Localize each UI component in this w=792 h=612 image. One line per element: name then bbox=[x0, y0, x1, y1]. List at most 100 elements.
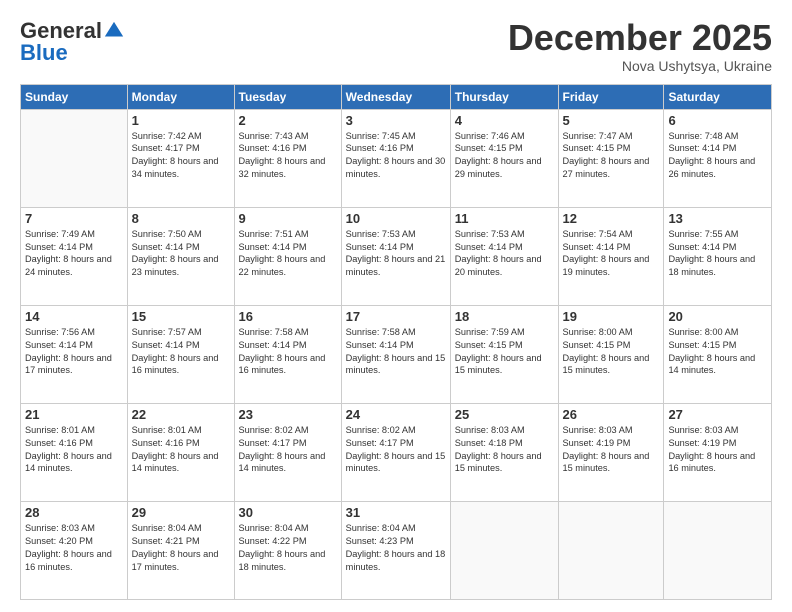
week-row-1: 1 Sunrise: 7:42 AM Sunset: 4:17 PM Daylig… bbox=[21, 109, 772, 207]
table-row: 23 Sunrise: 8:02 AM Sunset: 4:17 PM Dayli… bbox=[234, 403, 341, 501]
day-number: 13 bbox=[668, 211, 767, 226]
day-number: 19 bbox=[563, 309, 660, 324]
table-row: 5 Sunrise: 7:47 AM Sunset: 4:15 PM Daylig… bbox=[558, 109, 664, 207]
day-number: 24 bbox=[346, 407, 446, 422]
col-saturday: Saturday bbox=[664, 84, 772, 109]
cell-info: Sunrise: 8:02 AM Sunset: 4:17 PM Dayligh… bbox=[239, 424, 337, 476]
table-row: 6 Sunrise: 7:48 AM Sunset: 4:14 PM Daylig… bbox=[664, 109, 772, 207]
col-tuesday: Tuesday bbox=[234, 84, 341, 109]
day-number: 20 bbox=[668, 309, 767, 324]
day-number: 10 bbox=[346, 211, 446, 226]
day-number: 17 bbox=[346, 309, 446, 324]
cell-info: Sunrise: 8:00 AM Sunset: 4:15 PM Dayligh… bbox=[563, 326, 660, 378]
cell-info: Sunrise: 8:04 AM Sunset: 4:23 PM Dayligh… bbox=[346, 522, 446, 574]
week-row-2: 7 Sunrise: 7:49 AM Sunset: 4:14 PM Daylig… bbox=[21, 207, 772, 305]
table-row: 24 Sunrise: 8:02 AM Sunset: 4:17 PM Dayli… bbox=[341, 403, 450, 501]
day-number: 3 bbox=[346, 113, 446, 128]
cell-info: Sunrise: 8:01 AM Sunset: 4:16 PM Dayligh… bbox=[25, 424, 123, 476]
day-number: 26 bbox=[563, 407, 660, 422]
day-number: 5 bbox=[563, 113, 660, 128]
cell-info: Sunrise: 7:58 AM Sunset: 4:14 PM Dayligh… bbox=[239, 326, 337, 378]
day-number: 23 bbox=[239, 407, 337, 422]
cell-info: Sunrise: 7:42 AM Sunset: 4:17 PM Dayligh… bbox=[132, 130, 230, 182]
day-number: 15 bbox=[132, 309, 230, 324]
day-number: 29 bbox=[132, 505, 230, 520]
col-sunday: Sunday bbox=[21, 84, 128, 109]
day-number: 7 bbox=[25, 211, 123, 226]
table-row bbox=[21, 109, 128, 207]
table-row: 19 Sunrise: 8:00 AM Sunset: 4:15 PM Dayli… bbox=[558, 305, 664, 403]
col-friday: Friday bbox=[558, 84, 664, 109]
day-number: 30 bbox=[239, 505, 337, 520]
table-row: 8 Sunrise: 7:50 AM Sunset: 4:14 PM Daylig… bbox=[127, 207, 234, 305]
day-number: 22 bbox=[132, 407, 230, 422]
table-row bbox=[450, 501, 558, 599]
cell-info: Sunrise: 8:00 AM Sunset: 4:15 PM Dayligh… bbox=[668, 326, 767, 378]
cell-info: Sunrise: 7:53 AM Sunset: 4:14 PM Dayligh… bbox=[455, 228, 554, 280]
table-row: 2 Sunrise: 7:43 AM Sunset: 4:16 PM Daylig… bbox=[234, 109, 341, 207]
col-thursday: Thursday bbox=[450, 84, 558, 109]
day-number: 1 bbox=[132, 113, 230, 128]
cell-info: Sunrise: 7:43 AM Sunset: 4:16 PM Dayligh… bbox=[239, 130, 337, 182]
table-row: 15 Sunrise: 7:57 AM Sunset: 4:14 PM Dayli… bbox=[127, 305, 234, 403]
table-row: 3 Sunrise: 7:45 AM Sunset: 4:16 PM Daylig… bbox=[341, 109, 450, 207]
day-number: 11 bbox=[455, 211, 554, 226]
table-row: 30Sunrise: 8:04 AM Sunset: 4:22 PM Dayli… bbox=[234, 501, 341, 599]
cell-info: Sunrise: 7:47 AM Sunset: 4:15 PM Dayligh… bbox=[563, 130, 660, 182]
table-row: 21 Sunrise: 8:01 AM Sunset: 4:16 PM Dayli… bbox=[21, 403, 128, 501]
day-number: 9 bbox=[239, 211, 337, 226]
table-row: 18 Sunrise: 7:59 AM Sunset: 4:15 PM Dayli… bbox=[450, 305, 558, 403]
week-row-5: 28Sunrise: 8:03 AM Sunset: 4:20 PM Dayli… bbox=[21, 501, 772, 599]
cell-info: Sunrise: 7:45 AM Sunset: 4:16 PM Dayligh… bbox=[346, 130, 446, 182]
day-number: 16 bbox=[239, 309, 337, 324]
logo-icon bbox=[103, 20, 125, 42]
table-row: 1 Sunrise: 7:42 AM Sunset: 4:17 PM Daylig… bbox=[127, 109, 234, 207]
table-row: 10 Sunrise: 7:53 AM Sunset: 4:14 PM Dayli… bbox=[341, 207, 450, 305]
table-row: 9Sunrise: 7:51 AM Sunset: 4:14 PM Daylig… bbox=[234, 207, 341, 305]
week-row-3: 14Sunrise: 7:56 AM Sunset: 4:14 PM Dayli… bbox=[21, 305, 772, 403]
col-monday: Monday bbox=[127, 84, 234, 109]
cell-info: Sunrise: 8:03 AM Sunset: 4:18 PM Dayligh… bbox=[455, 424, 554, 476]
table-row: 12Sunrise: 7:54 AM Sunset: 4:14 PM Dayli… bbox=[558, 207, 664, 305]
cell-info: Sunrise: 7:46 AM Sunset: 4:15 PM Dayligh… bbox=[455, 130, 554, 182]
month-title: December 2025 bbox=[508, 18, 772, 58]
cell-info: Sunrise: 7:59 AM Sunset: 4:15 PM Dayligh… bbox=[455, 326, 554, 378]
cell-info: Sunrise: 7:53 AM Sunset: 4:14 PM Dayligh… bbox=[346, 228, 446, 280]
table-row: 7 Sunrise: 7:49 AM Sunset: 4:14 PM Daylig… bbox=[21, 207, 128, 305]
cell-info: Sunrise: 7:48 AM Sunset: 4:14 PM Dayligh… bbox=[668, 130, 767, 182]
day-number: 14 bbox=[25, 309, 123, 324]
header-row: Sunday Monday Tuesday Wednesday Thursday… bbox=[21, 84, 772, 109]
cell-info: Sunrise: 7:49 AM Sunset: 4:14 PM Dayligh… bbox=[25, 228, 123, 280]
table-row: 29 Sunrise: 8:04 AM Sunset: 4:21 PM Dayli… bbox=[127, 501, 234, 599]
calendar-body: 1 Sunrise: 7:42 AM Sunset: 4:17 PM Daylig… bbox=[21, 109, 772, 599]
cell-info: Sunrise: 8:02 AM Sunset: 4:17 PM Dayligh… bbox=[346, 424, 446, 476]
cell-info: Sunrise: 7:58 AM Sunset: 4:14 PM Dayligh… bbox=[346, 326, 446, 378]
table-row: 14Sunrise: 7:56 AM Sunset: 4:14 PM Dayli… bbox=[21, 305, 128, 403]
table-row: 31 Sunrise: 8:04 AM Sunset: 4:23 PM Dayli… bbox=[341, 501, 450, 599]
header: General Blue December 2025 Nova Ushytsya… bbox=[20, 18, 772, 74]
cell-info: Sunrise: 7:57 AM Sunset: 4:14 PM Dayligh… bbox=[132, 326, 230, 378]
cell-info: Sunrise: 7:50 AM Sunset: 4:14 PM Dayligh… bbox=[132, 228, 230, 280]
day-number: 28 bbox=[25, 505, 123, 520]
col-wednesday: Wednesday bbox=[341, 84, 450, 109]
day-number: 31 bbox=[346, 505, 446, 520]
logo-blue-text: Blue bbox=[20, 40, 68, 66]
day-number: 21 bbox=[25, 407, 123, 422]
table-row: 28Sunrise: 8:03 AM Sunset: 4:20 PM Dayli… bbox=[21, 501, 128, 599]
day-number: 6 bbox=[668, 113, 767, 128]
cell-info: Sunrise: 8:03 AM Sunset: 4:19 PM Dayligh… bbox=[668, 424, 767, 476]
table-row: 16 Sunrise: 7:58 AM Sunset: 4:14 PM Dayli… bbox=[234, 305, 341, 403]
table-row: 11 Sunrise: 7:53 AM Sunset: 4:14 PM Dayli… bbox=[450, 207, 558, 305]
table-row bbox=[558, 501, 664, 599]
day-number: 4 bbox=[455, 113, 554, 128]
table-row: 27Sunrise: 8:03 AM Sunset: 4:19 PM Dayli… bbox=[664, 403, 772, 501]
day-number: 25 bbox=[455, 407, 554, 422]
day-number: 2 bbox=[239, 113, 337, 128]
day-number: 18 bbox=[455, 309, 554, 324]
week-row-4: 21 Sunrise: 8:01 AM Sunset: 4:16 PM Dayli… bbox=[21, 403, 772, 501]
cell-info: Sunrise: 7:55 AM Sunset: 4:14 PM Dayligh… bbox=[668, 228, 767, 280]
day-number: 8 bbox=[132, 211, 230, 226]
cell-info: Sunrise: 8:04 AM Sunset: 4:21 PM Dayligh… bbox=[132, 522, 230, 574]
table-row: 26Sunrise: 8:03 AM Sunset: 4:19 PM Dayli… bbox=[558, 403, 664, 501]
page: General Blue December 2025 Nova Ushytsya… bbox=[0, 0, 792, 612]
